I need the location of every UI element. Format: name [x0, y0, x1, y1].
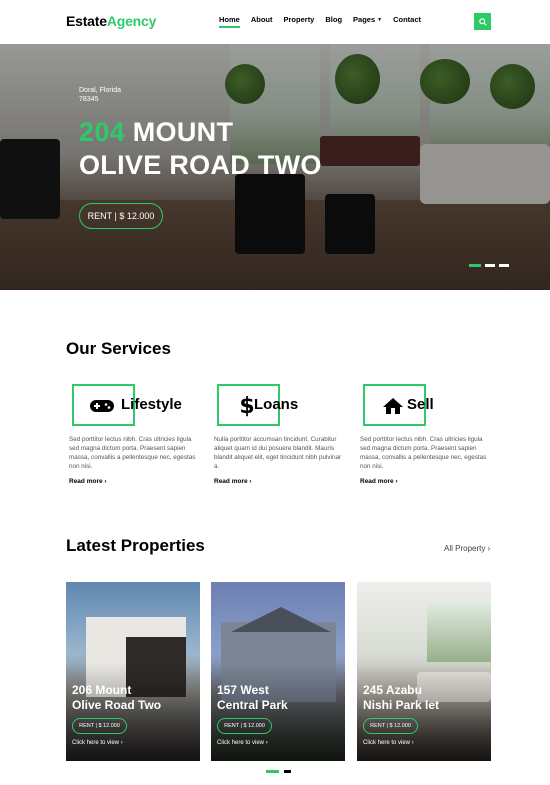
click-to-view-link[interactable]: Click here to view ›: [363, 740, 414, 746]
click-to-view-label: Click here to view: [72, 740, 120, 746]
gamepad-icon: [89, 396, 115, 416]
hero-title: 204 MOUNT OLIVE ROAD TWO: [79, 116, 322, 182]
nav-home[interactable]: Home: [219, 15, 240, 28]
service-description: Sed porttitor lectus nibh. Cras ultricie…: [360, 436, 487, 470]
card-overlay: [66, 582, 200, 761]
chevron-right-icon: ›: [411, 740, 414, 746]
service-description: Sed porttitor lectus nibh. Cras ultricie…: [69, 436, 196, 470]
services-title: Our Services: [66, 339, 171, 358]
read-more-link[interactable]: Read more ›: [214, 478, 252, 485]
chevron-right-icon: ›: [395, 478, 398, 485]
chevron-right-icon: ›: [249, 478, 252, 485]
property-rent-badge[interactable]: RENT | $ 12.000: [217, 718, 272, 734]
card-overlay: [211, 582, 345, 761]
carousel-dot-active[interactable]: [266, 770, 279, 773]
property-title-line2: Central Park: [217, 698, 288, 712]
brand-part-1: Estate: [66, 13, 107, 29]
click-to-view-label: Click here to view: [217, 740, 265, 746]
property-rent-badge[interactable]: RENT | $ 12.000: [72, 718, 127, 734]
nav-blog[interactable]: Blog: [325, 15, 342, 28]
property-card[interactable]: 245 Azabu Nishi Park let RENT | $ 12.000…: [357, 582, 491, 761]
nav-about[interactable]: About: [251, 15, 273, 28]
read-more-link[interactable]: Read more ›: [360, 478, 398, 485]
property-title-line1: 206 Mount: [72, 683, 132, 697]
property-title: 206 Mount Olive Road Two: [72, 683, 196, 713]
read-more-label: Read more: [360, 478, 394, 485]
chevron-right-icon: ›: [120, 740, 123, 746]
read-more-label: Read more: [69, 478, 103, 485]
navbar: EstateAgency Home About Property Blog Pa…: [0, 0, 550, 44]
property-rent-badge[interactable]: RENT | $ 12.000: [363, 718, 418, 734]
hero-rent-button[interactable]: RENT | $ 12.000: [79, 203, 163, 229]
click-to-view-link[interactable]: Click here to view ›: [217, 740, 268, 746]
chevron-right-icon: ›: [487, 544, 491, 553]
carousel-dot[interactable]: [499, 264, 509, 267]
nav-pages[interactable]: Pages ▼: [353, 15, 382, 28]
service-description: Nulla porttitor accumsan tincidunt. Cura…: [214, 436, 342, 470]
nav-contact[interactable]: Contact: [393, 15, 421, 28]
hero-title-number: 204: [79, 117, 125, 147]
properties-title: Latest Properties: [66, 536, 205, 555]
search-icon: [478, 17, 487, 26]
property-title-line2: Olive Road Two: [72, 698, 162, 712]
service-name: Loans: [254, 396, 299, 413]
carousel-dot[interactable]: [284, 770, 291, 773]
service-name: Sell: [407, 396, 434, 413]
caret-down-icon: ▼: [377, 17, 383, 23]
property-title-line2: Nishi Park let: [363, 698, 440, 712]
property-title-line1: 157 West: [217, 683, 269, 697]
home-icon: [380, 396, 406, 416]
chevron-right-icon: ›: [265, 740, 268, 746]
card-overlay: [357, 582, 491, 761]
hero-title-word: MOUNT: [132, 117, 234, 147]
carousel-dot-active[interactable]: [469, 264, 481, 267]
properties-carousel-indicators: [266, 770, 291, 773]
hero-location-zip: 78345: [79, 96, 99, 103]
all-property-link[interactable]: All Property ›: [444, 544, 490, 553]
property-title: 157 West Central Park: [217, 683, 341, 713]
chevron-right-icon: ›: [104, 478, 107, 485]
hero-title-line2: OLIVE ROAD TWO: [79, 150, 322, 180]
property-title-line1: 245 Azabu: [363, 683, 422, 697]
brand-part-2: Agency: [106, 13, 157, 29]
click-to-view-link[interactable]: Click here to view ›: [72, 740, 123, 746]
all-property-label: All Property: [444, 544, 486, 553]
hero-carousel-indicators: [469, 264, 509, 267]
read-more-label: Read more: [214, 478, 248, 485]
service-name: Lifestyle: [121, 396, 182, 413]
nav-pages-label: Pages: [353, 15, 376, 24]
hero-location: Doral, Florida 78345: [79, 86, 121, 104]
property-title: 245 Azabu Nishi Park let: [363, 683, 487, 713]
brand-logo[interactable]: EstateAgency: [66, 13, 156, 29]
carousel-dot[interactable]: [485, 264, 495, 267]
property-card[interactable]: 206 Mount Olive Road Two RENT | $ 12.000…: [66, 582, 200, 761]
search-button[interactable]: [474, 13, 491, 30]
hero-location-city: Doral, Florida: [79, 87, 122, 94]
property-card[interactable]: 157 West Central Park RENT | $ 12.000 Cl…: [211, 582, 345, 761]
main-menu: Home About Property Blog Pages ▼ Contact: [219, 15, 421, 28]
nav-property[interactable]: Property: [284, 15, 315, 28]
read-more-link[interactable]: Read more ›: [69, 478, 107, 485]
click-to-view-label: Click here to view: [363, 740, 411, 746]
